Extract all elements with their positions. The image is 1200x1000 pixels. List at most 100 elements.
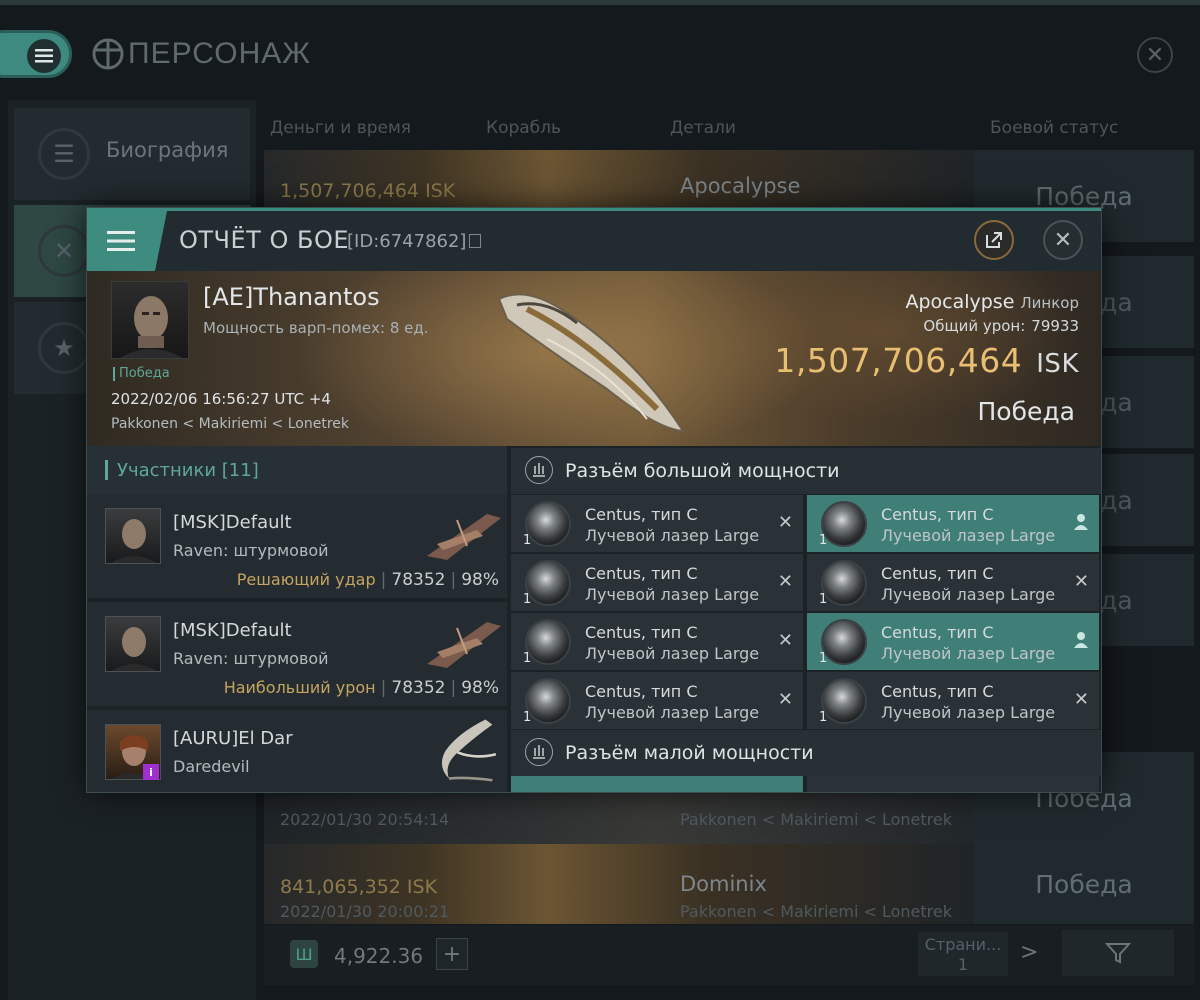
avatar — [105, 616, 161, 672]
character-logo-icon — [92, 38, 124, 70]
column-header-details[interactable]: Детали — [670, 118, 736, 138]
info-badge-icon[interactable]: i — [143, 764, 159, 780]
battle-result: Победа — [977, 397, 1076, 426]
filter-icon — [1105, 943, 1131, 964]
destroyed-icon: ✕ — [1073, 689, 1089, 710]
module-slot[interactable]: 1 Centus, тип C Лучевой лазер Large ✕ — [511, 495, 803, 552]
close-icon: ✕ — [1053, 227, 1073, 253]
result-tag: Победа — [113, 367, 170, 381]
participant-ship: Raven: штурмовой — [173, 541, 329, 560]
module-icon — [525, 501, 571, 547]
destroyed-icon: ✕ — [1073, 571, 1089, 592]
column-header-ship[interactable]: Корабль — [486, 118, 561, 138]
victim-ship-image — [497, 293, 685, 433]
module-slot[interactable]: 1 Centus, тип C Лучевой лазер Large ✕ — [511, 613, 803, 670]
sidebar-item-biography[interactable]: ☰ Биография — [14, 108, 250, 200]
module-slot[interactable] — [807, 776, 1099, 792]
participants-header[interactable]: Участники [11] — [87, 446, 507, 494]
column-header-money[interactable]: Деньги и время — [270, 118, 411, 138]
participant-ship: Daredevil — [173, 757, 250, 776]
external-link-icon — [986, 232, 1002, 248]
kill-banner: [AE]Thanantos Мощность варп-помех: 8 ед.… — [87, 271, 1101, 446]
mid-slot-icon — [525, 738, 553, 766]
participant-name: [MSK]Default — [173, 620, 292, 641]
combat-report-dialog: ОТЧЁТ О БОЕ [ID:6747862] ✕ [AE]Thanantos… — [86, 207, 1102, 793]
total-damage: Общий урон: 79933 — [923, 317, 1079, 335]
warp-scramble-strength: Мощность варп-помех: 8 ед. — [203, 319, 429, 337]
module-slot[interactable]: 1 Centus, тип C Лучевой лазер Large ✕ — [807, 672, 1099, 729]
pilot-name[interactable]: [AE]Thanantos — [203, 283, 380, 311]
kill-datetime: 2022/02/06 16:56:27 UTC +4 — [111, 390, 331, 408]
dropped-person-icon — [1074, 632, 1088, 648]
module-slot[interactable]: 1 Centus, тип C Лучевой лазер Large — [807, 495, 1099, 552]
participant-row[interactable]: [MSK]Default Raven: штурмовой Наибольший… — [87, 602, 507, 708]
wallet-icon: Ш — [290, 940, 318, 968]
row-ship: Dominix — [680, 872, 767, 896]
destroyed-icon: ✕ — [777, 689, 793, 710]
participant-stats: Решающий удар | 78352 | 98% — [236, 570, 499, 590]
mid-slots-header: Разъём малой мощности — [511, 730, 1101, 776]
module-slot[interactable]: 1 Centus, тип C Лучевой лазер Large ✕ — [511, 554, 803, 611]
dialog-menu-button[interactable] — [87, 211, 167, 271]
module-slot[interactable] — [511, 776, 803, 792]
crossed-swords-icon: ✕ — [38, 225, 90, 277]
copy-icon[interactable] — [469, 234, 482, 248]
module-slot[interactable]: 1 Centus, тип C Лучевой лазер Large ✕ — [511, 672, 803, 729]
close-button[interactable]: ✕ — [1043, 220, 1083, 260]
high-slots-header: Разъём большой мощности — [511, 448, 1101, 494]
module-icon — [821, 501, 867, 547]
row-isk: 841,065,352 ISK — [280, 876, 438, 898]
kill-location[interactable]: Pakkonen < Makiriemi < Lonetrek — [111, 416, 349, 432]
close-icon[interactable]: ✕ — [1137, 37, 1173, 73]
participant-name: [MSK]Default — [173, 512, 292, 533]
row-ship: Apocalypse — [680, 174, 801, 198]
participant-row[interactable]: [MSK]Default Raven: штурмовой Решающий у… — [87, 494, 507, 600]
avatar — [105, 508, 161, 564]
share-button[interactable] — [974, 220, 1014, 260]
high-slot-icon — [525, 456, 553, 484]
module-icon — [525, 678, 571, 724]
page-title: ПЕРСОНАЖ — [128, 37, 311, 70]
participant-stats: Наибольший урон | 78352 | 98% — [223, 678, 499, 698]
participant-ship: Raven: штурмовой — [173, 649, 329, 668]
next-page-icon[interactable]: > — [1020, 940, 1038, 965]
participant-ship-image — [427, 514, 501, 560]
module-icon — [525, 560, 571, 606]
module-slot[interactable]: 1 Centus, тип C Лучевой лазер Large ✕ — [807, 554, 1099, 611]
table-row[interactable]: 841,065,352 ISK 2022/01/30 20:00:21 Domi… — [264, 844, 1194, 924]
row-date: 2022/01/30 20:00:21 — [280, 902, 450, 921]
destroyed-icon: ✕ — [777, 512, 793, 533]
row-date: 2022/01/30 20:54:14 — [280, 810, 450, 829]
report-id: [ID:6747862] — [347, 231, 482, 252]
row-location: Pakkonen < Makiriemi < Lonetrek — [680, 902, 952, 921]
page-selector[interactable]: Страни... 1 — [918, 932, 1008, 976]
column-header-status[interactable]: Боевой статус — [990, 118, 1118, 138]
module-icon — [821, 619, 867, 665]
participant-row[interactable]: i [AURU]El Dar Daredevil — [87, 710, 507, 792]
module-icon — [821, 678, 867, 724]
victim-ship[interactable]: Apocalypse Линкор — [905, 291, 1079, 313]
row-location: Pakkonen < Makiriemi < Lonetrek — [680, 810, 952, 829]
menu-icon — [107, 231, 135, 251]
pilot-portrait[interactable] — [111, 281, 189, 359]
module-icon — [525, 619, 571, 665]
module-slot[interactable]: 1 Centus, тип C Лучевой лазер Large — [807, 613, 1099, 670]
destroyed-icon: ✕ — [777, 630, 793, 651]
isk-value: 1,507,706,464 ISK — [774, 341, 1079, 380]
menu-icon — [27, 39, 61, 73]
wallet-balance: 4,922.36 — [334, 944, 424, 968]
dropped-person-icon — [1074, 514, 1088, 530]
row-status: Победа — [974, 844, 1194, 924]
participant-ship-image — [441, 719, 497, 782]
filter-button[interactable] — [1062, 930, 1174, 976]
destroyed-icon: ✕ — [777, 571, 793, 592]
add-funds-button[interactable]: + — [436, 938, 468, 970]
window-top-strip — [0, 0, 1200, 5]
row-isk: 1,507,706,464 ISK — [280, 180, 456, 202]
participant-ship-image — [427, 622, 501, 668]
dialog-title: ОТЧЁТ О БОЕ — [179, 226, 349, 254]
list-icon: ☰ — [38, 128, 90, 180]
participant-name: [AURU]El Dar — [173, 728, 293, 749]
main-menu-button[interactable] — [0, 30, 72, 78]
star-icon: ★ — [38, 322, 90, 374]
